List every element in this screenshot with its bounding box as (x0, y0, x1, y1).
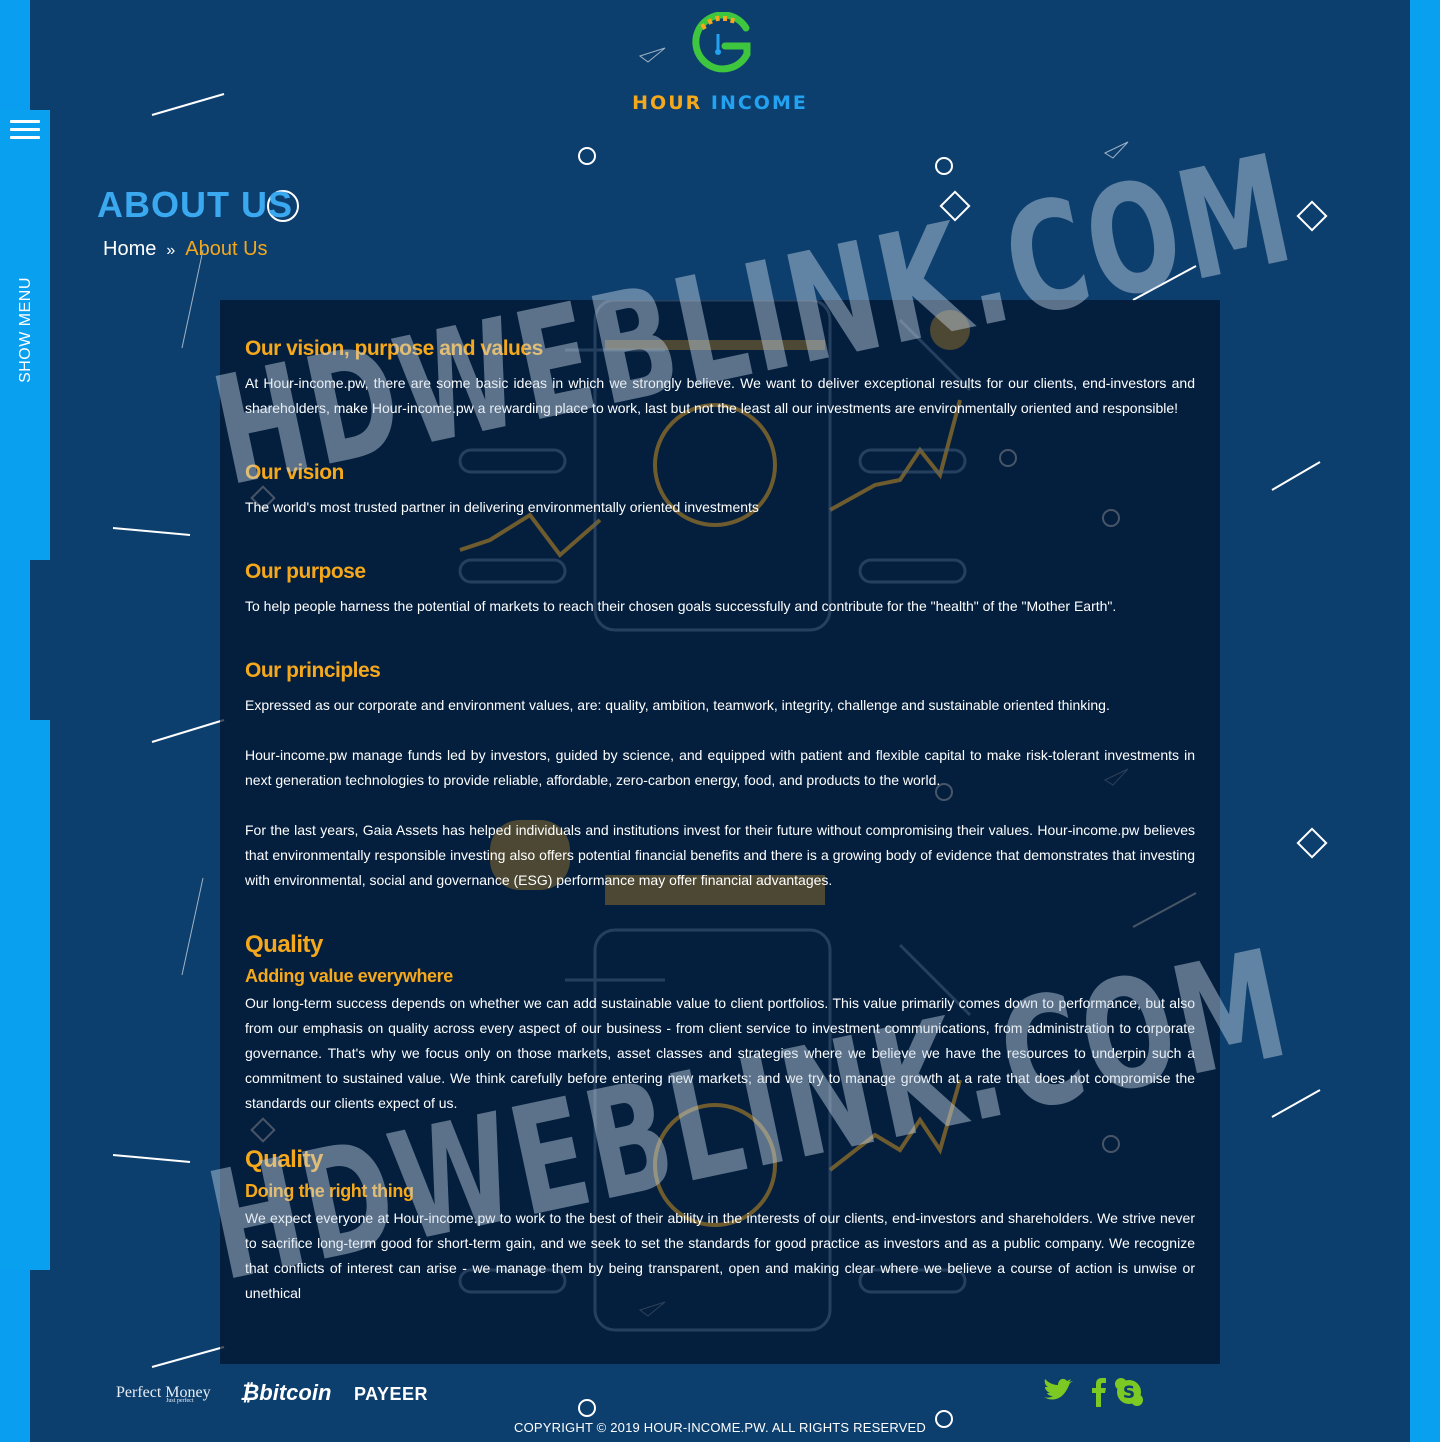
copyright-text: COPYRIGHT © 2019 HOUR-INCOME.PW. ALL RIG… (514, 1420, 926, 1435)
section-heading: Our purpose (245, 560, 366, 583)
skype-icon[interactable]: S (1112, 1375, 1146, 1409)
about-content: Our vision, purpose and values At Hour-i… (245, 335, 1195, 1306)
section-heading: Our principles (245, 659, 381, 682)
section-text: For the last years, Gaia Assets has help… (245, 822, 1195, 888)
section-text: Our long-term success depends on whether… (245, 995, 1195, 1111)
breadcrumb: Home » About Us (103, 238, 268, 261)
section-vision-purpose-values: Our vision, purpose and values At Hour-i… (245, 335, 1195, 421)
section-quality-adding-value: Quality Adding value everywhere Our long… (245, 931, 1195, 1116)
breadcrumb-separator: » (166, 242, 176, 259)
section-heading: Our vision (245, 461, 344, 484)
show-menu-label: SHOW MENU (17, 277, 34, 383)
hamburger-icon[interactable] (10, 120, 40, 144)
bitcoin-label: bitcoin (259, 1380, 332, 1405)
bitcoin-icon: ₿ (240, 1380, 260, 1405)
perfect-money-label: Perfect Money (116, 1384, 211, 1401)
show-menu-button[interactable]: SHOW MENU (0, 110, 50, 560)
section-text: Hour-income.pw manage funds led by inves… (245, 747, 1195, 788)
section-our-vision: Our vision The world's most trusted part… (245, 459, 1195, 520)
brand-word-1: HOUR (632, 92, 703, 114)
section-text: At Hour-income.pw, there are some basic … (245, 375, 1195, 416)
section-text: We expect everyone at Hour-income.pw to … (245, 1210, 1195, 1301)
side-tab (0, 720, 50, 1270)
payeer-logo: PAYEER (354, 1384, 429, 1404)
breadcrumb-home-link[interactable]: Home (103, 238, 156, 260)
section-subheading: Doing the right thing (245, 1181, 414, 1201)
section-text: Expressed as our corporate and environme… (245, 697, 1110, 713)
right-stripe (1410, 0, 1440, 1442)
twitter-icon[interactable] (1040, 1375, 1074, 1409)
about-content-panel: Our vision, purpose and values At Hour-i… (220, 300, 1220, 1364)
perfect-money-logo: Perfect Money Just perfect (116, 1384, 211, 1404)
section-subheading: Adding value everywhere (245, 966, 453, 986)
brand-word-2: INCOME (710, 92, 808, 114)
section-heading: Quality (245, 1146, 323, 1173)
section-our-purpose: Our purpose To help people harness the p… (245, 558, 1195, 619)
section-heading: Our vision, purpose and values (245, 337, 543, 360)
page-title: ABOUT US (97, 184, 293, 225)
site-logo[interactable]: HOUR INCOME (610, 12, 830, 114)
section-our-principles: Our principles Expressed as our corporat… (245, 657, 1195, 893)
clock-g-logo-icon (692, 12, 751, 73)
facebook-icon[interactable] (1082, 1375, 1116, 1409)
section-text: To help people harness the potential of … (245, 598, 1117, 614)
section-quality-right-thing: Quality Doing the right thing We expect … (245, 1146, 1195, 1306)
breadcrumb-current: About Us (185, 238, 268, 260)
bitcoin-logo: ₿bitcoin (240, 1380, 331, 1406)
section-heading: Quality (245, 931, 323, 958)
svg-text:S: S (1123, 1383, 1135, 1403)
brand-name: HOUR INCOME (610, 92, 830, 114)
section-text: The world's most trusted partner in deli… (245, 499, 759, 515)
